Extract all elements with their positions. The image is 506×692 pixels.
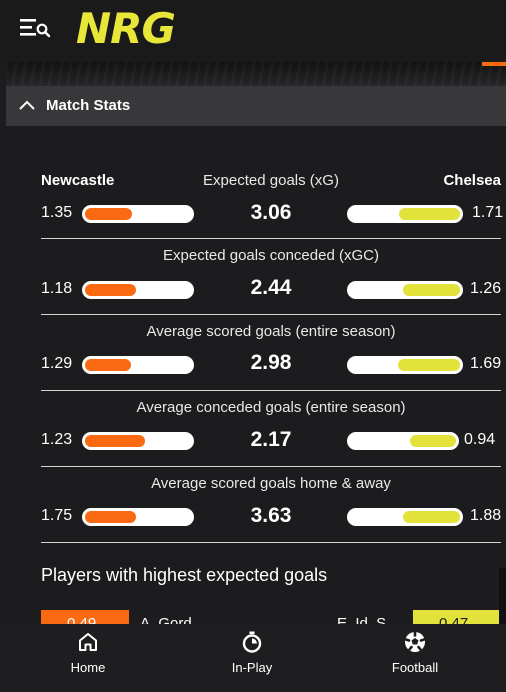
away-value: 1.88 [470,507,502,524]
nav-football[interactable]: Football [385,624,445,692]
away-value: 1.71 [472,204,504,221]
brand-logo[interactable]: NRG [76,6,176,52]
top-bar: NRG [0,0,506,62]
stat-label: Average scored goals home & away [151,475,391,492]
stat-label: Expected goals (xG) [203,172,339,189]
home-bar-fill [85,208,132,220]
stopwatch-icon [242,631,262,653]
football-icon [404,631,426,652]
away-value: 1.26 [470,280,502,297]
home-icon [79,633,97,651]
home-player-name: A. Gord [140,615,192,624]
banner-accent [482,62,506,66]
divider [41,466,501,467]
nav-home[interactable]: Home [58,624,118,692]
away-bar-fill [403,284,460,296]
stat-total: 2.44 [250,276,292,299]
away-bar [347,432,459,450]
away-bar-fill [399,208,460,220]
away-player-name: E. Id. S [337,615,387,624]
stat-total: 2.17 [250,428,292,451]
players-section-title: Players with highest expected goals [41,565,328,585]
divider [41,390,501,391]
nav-football-label: Football [391,660,439,675]
home-value: 1.35 [41,204,73,221]
home-bar-fill [85,284,136,296]
away-value: 1.69 [470,355,502,372]
stat-total: 2.98 [250,351,292,374]
match-stats-header[interactable]: Match Stats [6,86,506,126]
home-bar [82,432,194,450]
away-bar-fill [410,435,456,447]
stat-label: Average scored goals (entire season) [146,323,396,340]
stat-total: 3.63 [250,504,292,527]
away-bar [347,508,463,526]
stat-label: Expected goals conceded (xGC) [163,247,379,264]
away-player-xg: 0.47 [439,615,469,624]
home-value: 1.29 [41,355,73,372]
bottom-nav: Home In-Play Football [0,624,506,692]
home-bar [82,508,194,526]
divider [41,238,501,239]
home-bar-fill [85,511,136,523]
home-bar [82,281,194,299]
away-bar-fill [398,359,460,371]
section-title: Match Stats [46,97,131,114]
nav-home-label: Home [70,660,106,675]
hero-banner [6,62,506,86]
home-bar-fill [85,359,131,371]
away-player-badge: 0.47 [413,610,501,624]
away-bar [347,281,463,299]
home-bar-fill [85,435,145,447]
home-player-xg: 0.49 [67,615,97,624]
away-bar-fill [403,511,460,523]
divider [41,542,501,543]
home-bar [82,356,194,374]
players-row[interactable]: 0.49 A. Gord E. Id. S 0.47 [41,610,501,624]
stat-label: Average conceded goals (entire season) [136,399,406,416]
home-player-badge: 0.49 [41,610,129,624]
home-value: 1.75 [41,507,73,524]
stat-total: 3.06 [250,201,292,224]
scroll-indicator [499,568,506,624]
home-bar [82,205,194,223]
away-bar [347,356,463,374]
nav-in-play-label: In-Play [231,660,273,675]
divider [41,314,501,315]
menu-search-icon[interactable] [20,17,52,39]
home-value: 1.23 [41,431,73,448]
home-value: 1.18 [41,280,73,297]
away-bar [347,205,463,223]
nav-in-play[interactable]: In-Play [222,624,282,692]
away-value: 0.94 [464,431,496,448]
chevron-up-icon [19,100,35,110]
